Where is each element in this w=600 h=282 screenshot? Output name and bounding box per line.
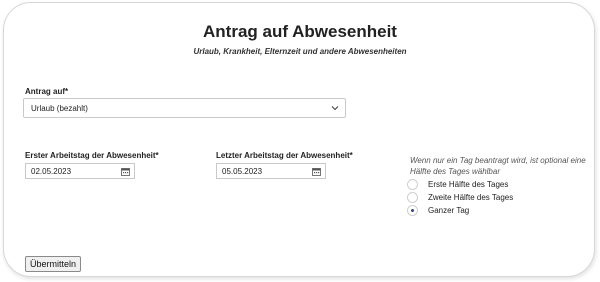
- page-subtitle: Urlaub, Krankheit, Elternzeit und andere…: [193, 47, 407, 56]
- half-day-hint: Wenn nur ein Tag beantragt wird, ist opt…: [410, 156, 586, 176]
- first-day-value: 02.05.2023: [31, 167, 72, 176]
- absence-type-label: Antrag auf*: [25, 87, 69, 96]
- first-day-label: Erster Arbeitstag der Abwesenheit*: [25, 151, 159, 160]
- radio-button[interactable]: [407, 179, 418, 190]
- first-day-input[interactable]: 02.05.2023: [25, 163, 135, 179]
- radio-label: Ganzer Tag: [428, 206, 470, 215]
- chevron-down-icon: [331, 106, 339, 111]
- page-title: Antrag auf Abwesenheit: [203, 22, 397, 41]
- radio-button-selected[interactable]: [407, 205, 418, 216]
- last-day-input[interactable]: 05.05.2023: [216, 163, 326, 179]
- absence-type-value: Urlaub (bezahlt): [31, 104, 88, 113]
- last-day-value: 05.05.2023: [222, 167, 263, 176]
- absence-type-select[interactable]: Urlaub (bezahlt): [23, 98, 346, 118]
- calendar-icon[interactable]: [121, 167, 130, 176]
- radio-label: Erste Hälfte des Tages: [428, 180, 509, 189]
- absence-request-card: [3, 2, 595, 277]
- last-day-label: Letzter Arbeitstag der Abwesenheit*: [216, 151, 353, 160]
- radio-button[interactable]: [407, 192, 418, 203]
- submit-button[interactable]: Übermitteln: [25, 256, 82, 272]
- calendar-icon[interactable]: [312, 167, 321, 176]
- radio-label: Zweite Hälfte des Tages: [428, 193, 514, 202]
